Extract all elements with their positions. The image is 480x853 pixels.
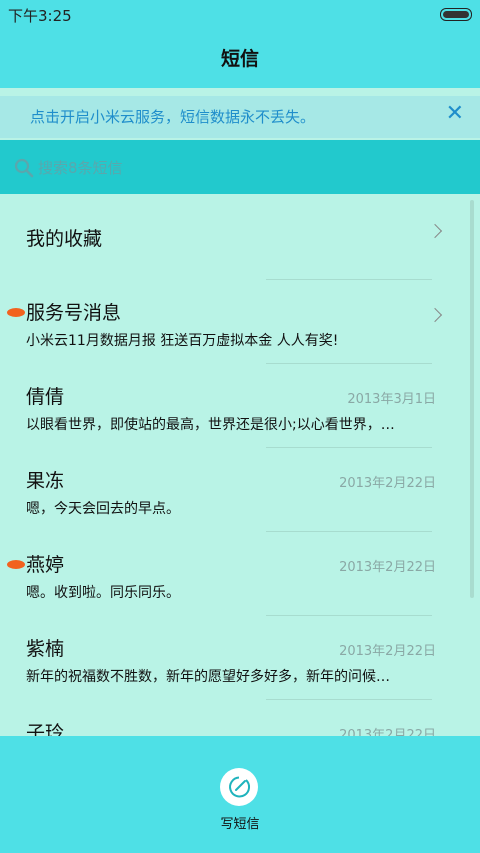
- message-preview: 以眼看世界，即使站的最高，世界还是很小;以心看世界，…: [26, 417, 395, 433]
- title-bar: 短信: [0, 28, 480, 88]
- conversation-name: 倩倩: [26, 386, 65, 408]
- conversation-name: 我的收藏: [26, 228, 103, 250]
- list-item-favorites[interactable]: 我的收藏: [0, 196, 480, 280]
- chevron-right-icon: [427, 307, 443, 323]
- search-bar[interactable]: 搜索8条短信: [0, 140, 480, 194]
- banner-text[interactable]: 点击开启小米云服务，短信数据永不丢失。: [30, 106, 315, 127]
- conversation-name: 紫楠: [26, 638, 65, 660]
- unread-dot: [7, 308, 25, 317]
- message-list: 我的收藏 服务号消息 小米云11月数据月报 狂送百万虚拟本金 人人有奖! 倩倩 …: [0, 196, 480, 736]
- unread-dot: [7, 560, 25, 569]
- list-item[interactable]: 子玲 2013年2月22日: [0, 700, 480, 736]
- list-item[interactable]: 倩倩 2013年3月1日 以眼看世界，即使站的最高，世界还是很小;以心看世界，…: [0, 364, 480, 448]
- message-preview: 小米云11月数据月报 狂送百万虚拟本金 人人有奖!: [26, 333, 339, 349]
- compose-label[interactable]: 写短信: [0, 813, 480, 832]
- chevron-right-icon: [427, 223, 443, 239]
- list-item[interactable]: 果冻 2013年2月22日 嗯，今天会回去的早点。: [0, 448, 480, 532]
- message-preview: 新年的祝福数不胜数，新年的愿望好多好多，新年的问候…: [26, 669, 390, 685]
- conversation-name: 燕婷: [26, 554, 65, 576]
- list-item[interactable]: 燕婷 2013年2月22日 嗯。收到啦。同乐同乐。: [0, 532, 480, 616]
- list-item[interactable]: 紫楠 2013年2月22日 新年的祝福数不胜数，新年的愿望好多好多，新年的问候…: [0, 616, 480, 700]
- message-date: 2013年2月22日: [339, 560, 436, 575]
- cloud-service-banner[interactable]: 点击开启小米云服务，短信数据永不丢失。 ✕: [0, 96, 480, 138]
- message-date: 2013年3月1日: [347, 392, 436, 407]
- message-date: 2013年2月22日: [339, 644, 436, 659]
- compose-icon: [229, 776, 251, 798]
- compose-button[interactable]: [220, 768, 258, 806]
- message-preview: 嗯。收到啦。同乐同乐。: [26, 585, 180, 601]
- conversation-name: 果冻: [26, 470, 65, 492]
- status-time: 下午3:25: [8, 7, 72, 25]
- message-date: 2013年2月22日: [339, 476, 436, 491]
- battery-icon: [440, 8, 472, 21]
- conversation-name: 服务号消息: [26, 302, 122, 324]
- search-input[interactable]: 搜索8条短信: [38, 157, 123, 178]
- conversation-name: 子玲: [26, 722, 65, 736]
- bottom-bar: 写短信: [0, 736, 480, 853]
- message-date: 2013年2月22日: [339, 728, 436, 736]
- page-title: 短信: [220, 48, 259, 70]
- status-bar: 下午3:25: [0, 0, 480, 28]
- search-icon: [14, 158, 34, 178]
- scrollbar[interactable]: [470, 200, 474, 598]
- list-item-service-messages[interactable]: 服务号消息 小米云11月数据月报 狂送百万虚拟本金 人人有奖!: [0, 280, 480, 364]
- close-icon[interactable]: ✕: [446, 101, 464, 127]
- message-preview: 嗯，今天会回去的早点。: [26, 501, 180, 517]
